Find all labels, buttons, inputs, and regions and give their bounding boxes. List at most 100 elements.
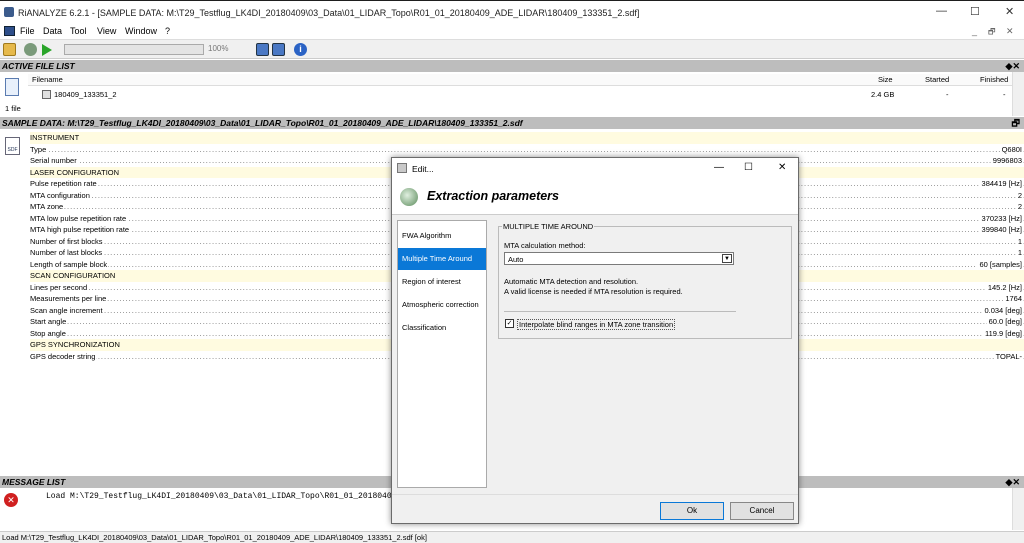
active-file-list: Filename Size Started Finished 1 file 18… — [0, 72, 1024, 116]
sample-row-label: SCAN CONFIGURATION — [30, 271, 117, 280]
dialog-heading: Extraction parameters — [427, 189, 560, 203]
interpolate-checkbox-label[interactable]: Interpolate blind ranges in MTA zone tra… — [517, 319, 676, 330]
sample-row-label: Number of first blocks — [30, 236, 104, 246]
mta-info-line2: A valid license is needed if MTA resolut… — [504, 287, 683, 296]
dialog-minimize-button[interactable]: — — [714, 162, 724, 173]
file-row[interactable]: 180409_133351_2 2.4 GB - - — [28, 89, 1012, 101]
pin-icon[interactable]: ◆✕ — [1006, 60, 1020, 72]
active-file-list-header: ACTIVE FILE LIST ◆✕ — [0, 60, 1024, 72]
dialog-maximize-button[interactable]: ☐ — [744, 162, 753, 173]
sample-data-title: SAMPLE DATA: M:\T29_Testflug_LK4DI_20180… — [2, 118, 523, 128]
progress-label: 100% — [208, 44, 229, 53]
sample-group-row: INSTRUMENT — [30, 132, 1024, 144]
sample-row-value: 2 — [1015, 201, 1022, 213]
pin-icon-2[interactable]: ◆✕ — [1006, 476, 1020, 488]
sample-row-label: MTA high pulse repetition rate — [30, 225, 131, 234]
sample-row-label: Number of last blocks — [30, 248, 104, 257]
chevron-down-icon[interactable]: ▼ — [722, 254, 732, 263]
mta-group-box: MULTIPLE TIME AROUND MTA calculation met… — [498, 222, 792, 339]
sample-row-label: LASER CONFIGURATION — [30, 167, 121, 177]
sample-row-label: Pulse repetition rate — [30, 179, 98, 188]
group-divider — [504, 311, 736, 312]
close-button[interactable]: ✕ — [1005, 5, 1014, 18]
open-folder-icon[interactable] — [3, 43, 16, 56]
menu-bar: File Data Tool View Window ? _ 🗗 ✕ — [0, 24, 1024, 39]
play-icon[interactable] — [42, 44, 52, 56]
active-file-list-title: ACTIVE FILE LIST — [2, 61, 75, 71]
method-select-value: Auto — [508, 255, 524, 264]
window-icon-1[interactable] — [256, 43, 269, 56]
file-name: 180409_133351_2 — [54, 90, 117, 99]
file-count: 1 file — [5, 104, 21, 113]
cancel-button[interactable]: Cancel — [730, 502, 794, 520]
col-size[interactable]: Size — [878, 75, 893, 84]
nav-fwa-algorithm[interactable]: FWA Algorithm — [398, 225, 486, 247]
group-title: MULTIPLE TIME AROUND — [502, 222, 595, 231]
sample-row-value: 1 — [1015, 235, 1022, 247]
menu-data[interactable]: Data — [43, 26, 62, 36]
file-icon — [5, 78, 19, 96]
nav-classification[interactable]: Classification — [398, 317, 486, 339]
file-finished: - — [1003, 90, 1006, 99]
minimize-button[interactable]: — — [936, 5, 947, 17]
mdi-close-button[interactable]: ✕ — [1006, 26, 1014, 37]
maximize-button[interactable]: ☐ — [970, 5, 980, 18]
sample-row-label: Type — [30, 144, 48, 154]
window-icon-2[interactable] — [272, 43, 285, 56]
sample-row-label: INSTRUMENT — [30, 133, 81, 142]
status-bar: Load M:\T29_Testflug_LK4DI_20180409\03_D… — [0, 531, 1024, 543]
file-list-header-row: Filename Size Started Finished — [28, 74, 1012, 86]
mdi-restore-button[interactable]: 🗗 — [988, 26, 996, 40]
col-finished[interactable]: Finished — [980, 75, 1008, 84]
file-list-scrollbar[interactable] — [1012, 72, 1024, 116]
settings-icon[interactable] — [24, 43, 37, 56]
file-size: 2.4 GB — [871, 90, 895, 99]
app-icon — [4, 7, 14, 17]
sample-data-header: SAMPLE DATA: M:\T29_Testflug_LK4DI_20180… — [0, 117, 1024, 129]
sample-row-label: MTA zone — [30, 202, 65, 211]
toolbar: 100% i — [0, 39, 1024, 59]
col-filename[interactable]: Filename — [32, 75, 63, 84]
ok-button[interactable]: Ok — [660, 502, 724, 520]
restore-icon[interactable]: 🗗 — [1012, 117, 1020, 129]
message-scrollbar[interactable] — [1012, 488, 1024, 530]
sample-row-value: TOPAL- — [993, 350, 1022, 362]
progress-bar — [64, 44, 204, 55]
info-icon[interactable]: i — [294, 43, 307, 56]
nav-region-of-interest[interactable]: Region of interest — [398, 271, 486, 293]
sample-row-value: 384419 [Hz] — [979, 178, 1022, 190]
menu-help[interactable]: ? — [165, 26, 170, 36]
error-icon: ✕ — [4, 493, 18, 507]
interpolate-checkbox[interactable]: ✓ — [505, 319, 514, 328]
sample-data-row: ........................................… — [30, 143, 1024, 155]
nav-atmospheric-correction[interactable]: Atmospheric correction — [398, 294, 486, 316]
method-select[interactable]: Auto ▼ — [504, 252, 734, 265]
col-started[interactable]: Started — [925, 75, 949, 84]
dialog-title: Edit... — [412, 164, 434, 174]
sample-row-value: 2 — [1015, 189, 1022, 201]
sample-row-label: Lines per second — [30, 282, 89, 292]
sample-row-value: 399840 [Hz] — [979, 224, 1022, 236]
sample-row-label: Serial number — [30, 156, 78, 165]
message-text: Load M:\T29_Testflug_LK4DI_20180409\03_D… — [46, 492, 392, 501]
sample-row-value: 60 [samples] — [977, 258, 1022, 270]
sample-row-value: 119.9 [deg] — [983, 327, 1022, 339]
sample-row-label: MTA low pulse repetition rate — [30, 213, 128, 223]
menu-window[interactable]: Window — [125, 26, 157, 36]
edit-dialog: Edit... — ☐ ✕ Extraction parameters FWA … — [391, 157, 799, 524]
sample-row-label: GPS SYNCHRONIZATION — [30, 340, 121, 349]
file-started: - — [946, 90, 949, 99]
sample-row-label: Measurements per line — [30, 294, 108, 303]
sample-row-label: MTA configuration — [30, 190, 91, 200]
dialog-close-button[interactable]: ✕ — [778, 162, 786, 173]
message-list-title: MESSAGE LIST — [2, 477, 66, 487]
menu-file[interactable]: File — [20, 26, 35, 36]
menu-tool[interactable]: Tool — [70, 26, 87, 36]
dialog-header: Extraction parameters — [392, 179, 798, 215]
mdi-minimize-button[interactable]: _ — [972, 26, 977, 36]
menu-view[interactable]: View — [97, 26, 116, 36]
sample-row-value: 60.0 [deg] — [986, 316, 1022, 328]
sample-row-label: Start angle — [30, 317, 68, 326]
nav-multiple-time-around[interactable]: Multiple Time Around — [398, 248, 486, 270]
sample-row-value: 1764 — [1003, 293, 1022, 305]
